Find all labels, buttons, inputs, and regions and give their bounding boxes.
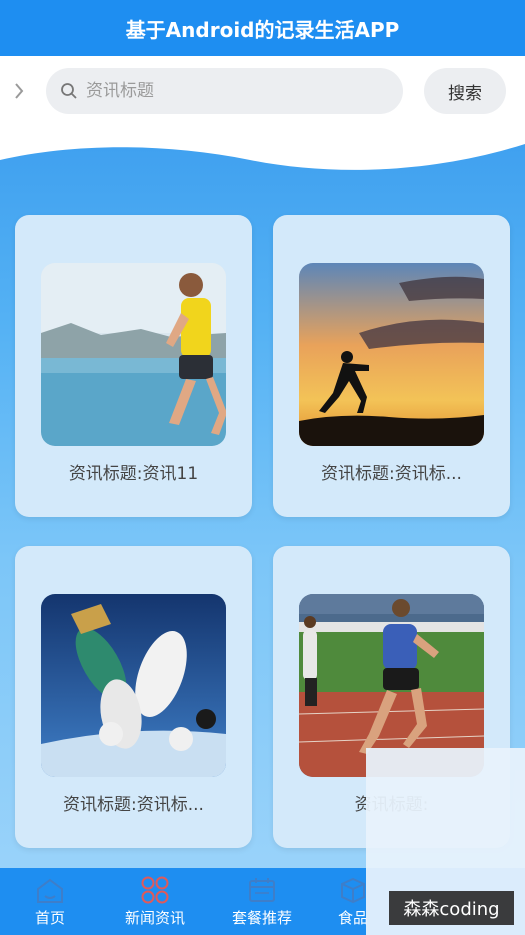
news-card-title: 资讯标题:资讯标... <box>63 795 204 815</box>
tab-label: 食品 <box>337 909 368 927</box>
news-card[interactable]: 资讯标题:资讯标... <box>273 215 510 517</box>
box-icon <box>341 877 365 904</box>
tab-package[interactable]: 套餐推荐 <box>212 868 312 935</box>
search-input[interactable] <box>86 81 366 101</box>
news-card-title: 资讯标题:资讯11 <box>68 464 199 484</box>
tab-label: 首页 <box>34 909 65 927</box>
app-title-bar: 基于Android的记录生活APP <box>0 0 525 56</box>
home-icon <box>37 878 63 903</box>
tab-news[interactable]: 新闻资讯 <box>105 868 205 935</box>
news-card[interactable]: 资讯标题:资讯标... <box>15 546 252 848</box>
tab-label: 新闻资讯 <box>124 909 185 927</box>
grid-circles-icon <box>141 876 169 904</box>
search-field[interactable] <box>46 68 403 114</box>
header-wave <box>0 126 525 170</box>
runner-by-lake-photo <box>41 263 226 446</box>
chevron-right-icon[interactable] <box>8 76 30 106</box>
tab-label: 套餐推荐 <box>231 909 292 927</box>
tab-home[interactable]: 首页 <box>0 868 100 935</box>
skydivers-formation-photo <box>41 594 226 777</box>
news-card-title: 资讯标题:资讯标... <box>321 464 462 484</box>
search-bar: 搜索 <box>0 56 525 128</box>
search-icon <box>61 83 77 99</box>
app-title: 基于Android的记录生活APP <box>125 17 400 42</box>
sprinter-silhouette-sunset-photo <box>299 263 484 446</box>
news-card[interactable]: 资讯标题:资讯11 <box>15 215 252 517</box>
watermark-text: 森森coding <box>403 899 500 920</box>
calendar-icon <box>249 878 275 902</box>
watermark: 森森coding <box>389 891 514 925</box>
search-button[interactable]: 搜索 <box>424 68 506 114</box>
